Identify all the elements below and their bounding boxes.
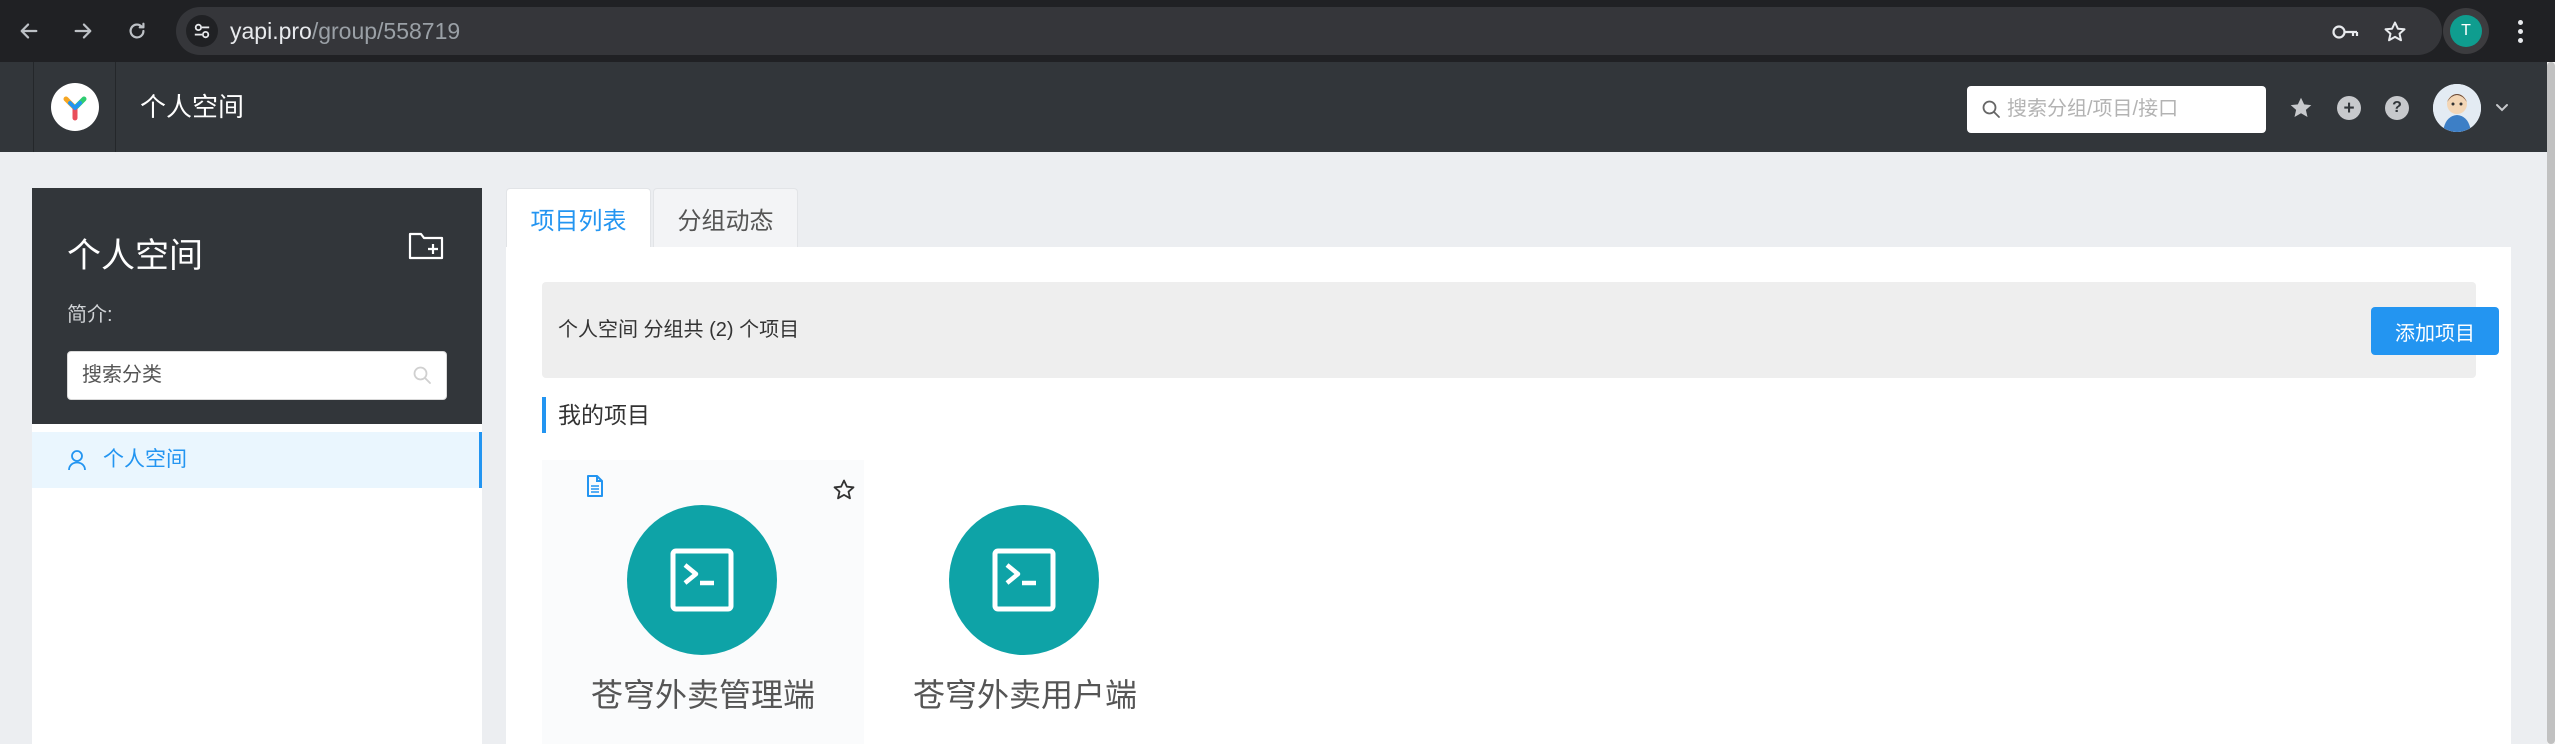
tune-icon	[194, 23, 210, 39]
yapi-logo	[50, 83, 99, 131]
add-group-button[interactable]	[408, 230, 444, 267]
reload-icon	[129, 22, 145, 39]
terminal-icon	[670, 548, 734, 612]
category-search-input[interactable]	[82, 352, 402, 399]
app-header: 个人空间 + ?	[0, 62, 2547, 152]
group-sidebar: 个人空间 简介: 个人空间	[32, 188, 482, 744]
arrow-right-icon	[74, 23, 92, 39]
bookmark-star-button[interactable]	[2380, 17, 2410, 47]
followed-projects-button[interactable]	[2286, 93, 2316, 123]
user-avatar[interactable]	[2433, 84, 2481, 132]
avatar-image-icon	[2433, 84, 2481, 132]
header-breadcrumb-title: 个人空间	[140, 92, 245, 122]
project-name[interactable]: 苍穹外卖管理端	[542, 670, 864, 716]
profile-button[interactable]: T	[2443, 8, 2489, 54]
url-text: yapi.pro/group/558719	[230, 7, 460, 55]
project-card[interactable]: 苍穹外卖管理端	[542, 460, 864, 744]
follow-star-icon[interactable]	[832, 478, 856, 502]
browser-toolbar: yapi.pro/group/558719 T	[0, 0, 2555, 62]
tab-group-activity[interactable]: 分组动态	[653, 188, 798, 248]
key-icon	[2332, 25, 2359, 39]
help-button[interactable]: ?	[2382, 93, 2412, 123]
search-icon	[1982, 100, 2000, 118]
group-info-panel: 个人空间 简介:	[32, 188, 482, 424]
group-title: 个人空间	[67, 237, 203, 275]
project-count-text: 个人空间 分组共 (2) 个项目	[558, 319, 800, 341]
category-search[interactable]	[67, 351, 447, 400]
password-key-button[interactable]	[2330, 17, 2360, 47]
header-search-input[interactable]	[2007, 86, 2257, 133]
star-outline-icon	[2384, 21, 2406, 42]
home-logo-link[interactable]	[33, 62, 116, 152]
chevron-down-icon[interactable]	[2493, 98, 2511, 116]
address-bar[interactable]: yapi.pro/group/558719	[176, 7, 2442, 55]
yapi-logo-icon	[63, 96, 86, 121]
reload-button[interactable]	[120, 14, 154, 48]
forward-button[interactable]	[66, 14, 100, 48]
my-projects-heading: 我的项目	[542, 397, 650, 433]
project-card[interactable]: 苍穹外卖用户端	[864, 460, 1186, 744]
project-name[interactable]: 苍穹外卖用户端	[864, 670, 1186, 716]
add-project-button[interactable]: 添加项目	[2371, 307, 2499, 355]
profile-avatar: T	[2450, 15, 2482, 47]
sidebar-item-label: 个人空间	[103, 448, 187, 471]
back-button[interactable]	[12, 14, 46, 48]
user-icon	[68, 450, 86, 471]
folder-add-icon	[408, 232, 444, 260]
url-path: /group/558719	[311, 18, 461, 44]
plus-circle-icon: +	[2337, 96, 2361, 120]
star-icon	[2290, 97, 2312, 117]
page-scrollbar-thumb[interactable]	[2547, 62, 2555, 744]
url-host: yapi.pro	[230, 18, 312, 44]
site-info-button[interactable]	[186, 15, 218, 47]
new-project-button[interactable]: +	[2334, 93, 2364, 123]
tab-project-list[interactable]: 项目列表	[506, 188, 651, 248]
arrow-left-icon	[20, 23, 38, 39]
terminal-icon	[992, 548, 1056, 612]
header-search[interactable]	[1967, 86, 2266, 133]
project-list-panel: 个人空间 分组共 (2) 个项目 添加项目 我的项目 苍穹外卖管理端 苍穹外卖用…	[506, 247, 2511, 744]
question-circle-icon: ?	[2385, 96, 2409, 120]
project-logo[interactable]	[949, 505, 1099, 655]
search-icon	[413, 366, 431, 384]
project-logo[interactable]	[627, 505, 777, 655]
project-summary-bar: 个人空间 分组共 (2) 个项目 添加项目	[542, 282, 2499, 378]
browser-menu-button[interactable]	[2508, 14, 2532, 48]
copy-project-icon[interactable]	[585, 474, 605, 498]
group-description-label: 简介:	[67, 304, 113, 326]
sidebar-item-personal-space[interactable]: 个人空间	[32, 432, 482, 488]
